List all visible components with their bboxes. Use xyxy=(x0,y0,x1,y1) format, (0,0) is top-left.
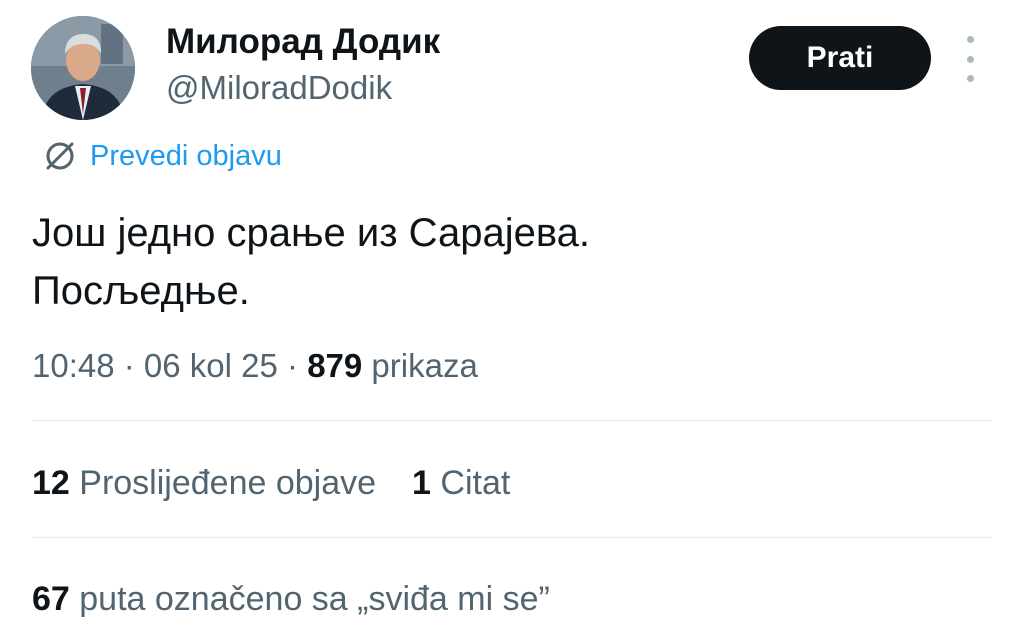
tweet-time[interactable]: 10:48 xyxy=(32,347,115,384)
translate-post-link[interactable]: Prevedi objavu xyxy=(42,136,282,176)
more-dot-icon xyxy=(966,75,974,82)
author-display-name[interactable]: Милорад Додик xyxy=(166,20,440,64)
avatar-photo xyxy=(31,16,135,120)
quotes-label: Citat xyxy=(430,464,511,502)
likes-count: 67 xyxy=(32,580,70,618)
author-avatar[interactable] xyxy=(31,16,135,120)
views-count: 879 xyxy=(307,347,363,384)
reposts-stat[interactable]: 12 Proslijeđene objave xyxy=(32,460,376,506)
likes-stat[interactable]: 67 puta označeno sa „sviđa mi se” xyxy=(32,576,550,622)
tweet-text-line: Посљедње. xyxy=(32,269,250,313)
author-handle[interactable]: @MiloradDodik xyxy=(166,66,392,110)
translate-label: Prevedi objavu xyxy=(90,139,282,172)
divider xyxy=(32,537,992,538)
tweet-text-line: Још једно срање из Сарајева. xyxy=(32,211,591,255)
more-options-button[interactable] xyxy=(958,36,982,82)
more-dot-icon xyxy=(966,36,974,43)
follow-button[interactable]: Prati xyxy=(749,26,931,90)
quotes-count: 1 xyxy=(412,464,431,502)
meta-separator: · xyxy=(277,347,308,384)
divider xyxy=(32,420,992,421)
globe-translate-icon xyxy=(46,142,74,170)
tweet-text: Још једно срање из Сарајева. Посљедње. xyxy=(32,204,590,320)
tweet-date[interactable]: 06 kol 25 xyxy=(144,347,278,384)
views-label: prikaza xyxy=(362,347,478,384)
tweet-meta: 10:48 · 06 kol 25 · 879 prikaza xyxy=(32,343,478,389)
quotes-stat[interactable]: 1 Citat xyxy=(412,460,510,506)
reposts-label: Proslijeđene objave xyxy=(69,464,377,502)
engagement-stats: 12 Proslijeđene objave 1 Citat xyxy=(32,460,510,506)
reposts-count: 12 xyxy=(32,464,70,502)
more-dot-icon xyxy=(966,55,974,63)
likes-label: puta označeno sa „sviđa mi se” xyxy=(69,580,550,618)
meta-separator: · xyxy=(114,347,144,384)
